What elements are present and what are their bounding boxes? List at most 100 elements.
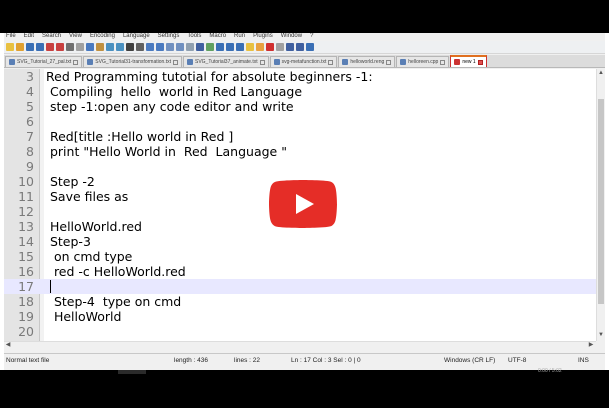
folder-workspace-icon[interactable] xyxy=(246,43,254,51)
user-lang-icon[interactable] xyxy=(216,43,224,51)
editor-line[interactable]: 8 print "Hello World in Red Language " xyxy=(4,144,596,159)
copy-icon[interactable] xyxy=(86,43,94,51)
close-all-icon[interactable] xyxy=(56,43,64,51)
function-list-icon[interactable] xyxy=(236,43,244,51)
zoom-out-icon[interactable] xyxy=(156,43,164,51)
editor-line[interactable]: 5 step -1:open any code editor and write xyxy=(4,99,596,114)
menu-item-macro[interactable]: Macro xyxy=(209,33,226,41)
editor-line-current[interactable]: 17 xyxy=(4,279,596,294)
menu-item-[interactable]: ? xyxy=(310,33,313,41)
menu-item-edit[interactable]: Edit xyxy=(24,33,34,41)
tab-label: new 1 xyxy=(462,59,476,65)
play-macro-icon[interactable] xyxy=(286,43,294,51)
scroll-right-icon[interactable]: ▶ xyxy=(587,342,595,349)
sync-vertical-icon[interactable] xyxy=(166,43,174,51)
line-number: 17 xyxy=(18,279,34,294)
menu-item-run[interactable]: Run xyxy=(234,33,245,41)
new-file-icon[interactable] xyxy=(6,43,14,51)
save-icon[interactable] xyxy=(26,43,34,51)
doc-map-icon[interactable] xyxy=(226,43,234,51)
replace-icon[interactable] xyxy=(136,43,144,51)
tab-close-icon[interactable] xyxy=(73,59,79,65)
line-number: 12 xyxy=(18,204,34,219)
line-number: 19 xyxy=(18,309,34,324)
status-length: length : 436 xyxy=(174,357,208,364)
editor-line[interactable]: 4 Compiling hello world in Red Language xyxy=(4,84,596,99)
vertical-scrollbar[interactable]: ▲ ▼ xyxy=(596,69,605,341)
line-text: red -c HelloWorld.red xyxy=(46,264,186,279)
tab[interactable]: SVG_Tutorial_27_pal.txt xyxy=(5,56,83,67)
tab[interactable]: helloworld.reng xyxy=(338,56,396,67)
run-macro-icon[interactable] xyxy=(296,43,304,51)
scroll-down-icon[interactable]: ▼ xyxy=(597,331,605,339)
stop-macro-icon[interactable] xyxy=(276,43,284,51)
editor-line[interactable]: 19 HelloWorld xyxy=(4,309,596,324)
line-text: print "Hello World in Red Language " xyxy=(46,144,287,159)
save-all-icon[interactable] xyxy=(36,43,44,51)
tab-active[interactable]: new 1 xyxy=(450,55,487,67)
close-icon[interactable] xyxy=(46,43,54,51)
line-text: Red Programming tutotial for absolute be… xyxy=(46,69,373,84)
editor-line[interactable]: 15 on cmd type xyxy=(4,249,596,264)
editor-line[interactable]: 20 xyxy=(4,324,596,339)
menu-item-tools[interactable]: Tools xyxy=(187,33,201,41)
status-file-type: Normal text file xyxy=(6,357,50,364)
menu-item-encoding[interactable]: Encoding xyxy=(90,33,115,41)
tab-close-icon[interactable] xyxy=(328,59,334,65)
tab-label: svg-metafunction.txt xyxy=(281,59,327,65)
youtube-play-button[interactable] xyxy=(269,180,337,228)
file-icon xyxy=(342,59,349,65)
scroll-up-icon[interactable]: ▲ xyxy=(597,69,605,77)
line-text: step -1:open any code editor and write xyxy=(46,99,294,114)
tab-label: SVG_Tutorial31-transformation.txt xyxy=(95,59,171,65)
tab-label: helloreen.cpp xyxy=(408,59,439,65)
menu-item-plugins[interactable]: Plugins xyxy=(253,33,273,41)
undo-icon[interactable] xyxy=(106,43,114,51)
menu-item-window[interactable]: Window xyxy=(281,33,302,41)
vertical-scroll-thumb[interactable] xyxy=(598,99,604,304)
tab[interactable]: svg-metafunction.txt xyxy=(269,56,338,67)
editor-line[interactable]: 18 Step-4 type on cmd xyxy=(4,294,596,309)
editor-line[interactable]: 14 Step-3 xyxy=(4,234,596,249)
find-icon[interactable] xyxy=(126,43,134,51)
editor-line[interactable]: 7 Red[title :Hello world in Red ] xyxy=(4,129,596,144)
file-icon xyxy=(87,59,94,65)
sync-horizontal-icon[interactable] xyxy=(176,43,184,51)
show-all-chars-icon[interactable] xyxy=(196,43,204,51)
tab-bar: SVG_Tutorial_27_pal.txt SVG_Tutorial31-tr… xyxy=(4,55,605,68)
scroll-left-icon[interactable]: ◀ xyxy=(4,342,12,349)
save-macro-icon[interactable] xyxy=(306,43,314,51)
tab[interactable]: SVG_Tutorial37_animate.txt xyxy=(182,56,269,67)
indent-guide-icon[interactable] xyxy=(206,43,214,51)
tab-close-icon[interactable] xyxy=(259,59,265,65)
tab-close-icon[interactable] xyxy=(172,59,178,65)
monitoring-icon[interactable] xyxy=(256,43,264,51)
record-macro-icon[interactable] xyxy=(266,43,274,51)
menu-item-language[interactable]: Language xyxy=(123,33,150,41)
tab-close-icon[interactable] xyxy=(477,59,483,65)
menu-item-search[interactable]: Search xyxy=(42,33,61,41)
editor-line[interactable]: 16 red -c HelloWorld.red xyxy=(4,264,596,279)
tab[interactable]: SVG_Tutorial31-transformation.txt xyxy=(83,56,182,67)
tab[interactable]: helloreen.cpp xyxy=(396,56,450,67)
menu-item-view[interactable]: View xyxy=(69,33,82,41)
menu-item-settings[interactable]: Settings xyxy=(158,33,180,41)
tab-close-icon[interactable] xyxy=(386,59,392,65)
zoom-in-icon[interactable] xyxy=(146,43,154,51)
cut-icon[interactable] xyxy=(76,43,84,51)
horizontal-scrollbar[interactable]: ◀ ▶ xyxy=(4,341,596,349)
video-progress-bar[interactable] xyxy=(118,370,146,374)
editor-line[interactable]: 3 Red Programming tutotial for absolute b… xyxy=(4,69,596,84)
paste-icon[interactable] xyxy=(96,43,104,51)
line-text: Step -2 xyxy=(46,174,95,189)
status-position: Ln : 17 Col : 3 Sel : 0 | 0 xyxy=(291,357,361,364)
open-icon[interactable] xyxy=(16,43,24,51)
print-icon[interactable] xyxy=(66,43,74,51)
file-icon xyxy=(454,59,461,65)
word-wrap-icon[interactable] xyxy=(186,43,194,51)
redo-icon[interactable] xyxy=(116,43,124,51)
editor-line[interactable]: 9 xyxy=(4,159,596,174)
menu-item-file[interactable]: File xyxy=(6,33,16,41)
tab-close-icon[interactable] xyxy=(440,59,446,65)
editor-line[interactable]: 6 xyxy=(4,114,596,129)
